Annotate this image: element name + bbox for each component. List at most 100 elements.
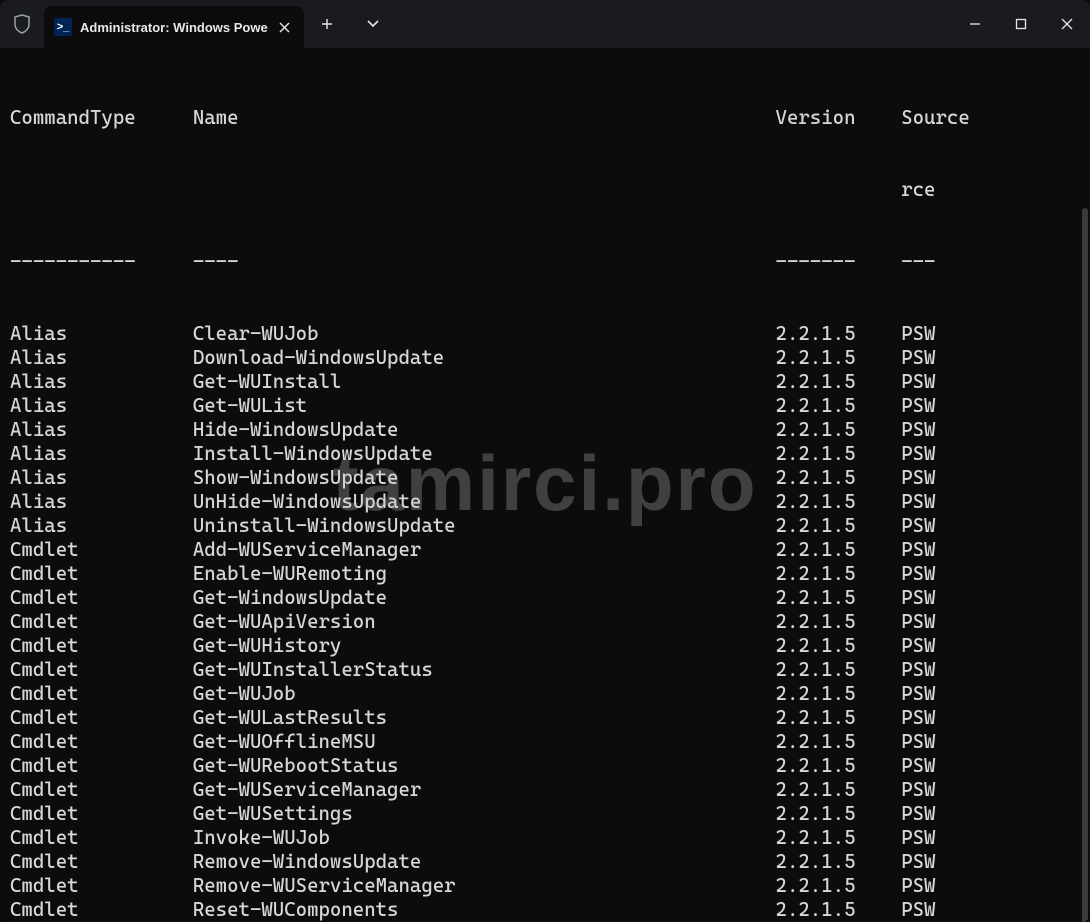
cell-version: 2.2.1.5 xyxy=(776,898,902,922)
cell-name: Get-WUJob xyxy=(193,682,776,706)
cell-source: PSW xyxy=(901,418,935,442)
table-row: CmdletRemove-WUServiceManager2.2.1.5PSW xyxy=(10,874,1082,898)
scrollbar-thumb[interactable] xyxy=(1082,208,1088,922)
table-row: AliasGet-WUList2.2.1.5PSW xyxy=(10,394,1082,418)
cell-version: 2.2.1.5 xyxy=(776,346,902,370)
cell-name: Download-WindowsUpdate xyxy=(193,346,776,370)
uac-shield-icon xyxy=(0,0,44,48)
cell-source: PSW xyxy=(901,682,935,706)
cell-commandtype: Cmdlet xyxy=(10,658,193,682)
cell-version: 2.2.1.5 xyxy=(776,826,902,850)
header-name: Name xyxy=(193,106,776,130)
maximize-button[interactable] xyxy=(998,0,1044,48)
new-tab-button[interactable] xyxy=(304,0,350,48)
tab-dropdown-button[interactable] xyxy=(350,0,396,48)
cell-source: PSW xyxy=(901,562,935,586)
cell-source: PSW xyxy=(901,466,935,490)
cell-source: PSW xyxy=(901,490,935,514)
cell-source: PSW xyxy=(901,802,935,826)
cell-commandtype: Cmdlet xyxy=(10,634,193,658)
minimize-button[interactable] xyxy=(952,0,998,48)
cell-version: 2.2.1.5 xyxy=(776,634,902,658)
cell-source: PSW xyxy=(901,394,935,418)
header-commandtype: CommandType xyxy=(10,106,193,130)
titlebar-drag-area[interactable] xyxy=(396,0,952,48)
cell-commandtype: Alias xyxy=(10,418,193,442)
cell-commandtype: Cmdlet xyxy=(10,802,193,826)
cell-version: 2.2.1.5 xyxy=(776,538,902,562)
cell-commandtype: Cmdlet xyxy=(10,754,193,778)
cell-name: Get-WUServiceManager xyxy=(193,778,776,802)
table-row: CmdletGet-WUServiceManager2.2.1.5PSW xyxy=(10,778,1082,802)
cell-commandtype: Cmdlet xyxy=(10,778,193,802)
cell-name: Reset-WUComponents xyxy=(193,898,776,922)
active-tab[interactable]: >_ Administrator: Windows Powe xyxy=(44,6,304,48)
table-row: AliasShow-WindowsUpdate2.2.1.5PSW xyxy=(10,466,1082,490)
cell-version: 2.2.1.5 xyxy=(776,490,902,514)
table-row: CmdletGet-WindowsUpdate2.2.1.5PSW xyxy=(10,586,1082,610)
terminal-output[interactable]: CommandTypeNameVersionSource rce -------… xyxy=(0,48,1090,922)
scrollbar[interactable] xyxy=(1082,108,1088,912)
table-row: CmdletAdd-WUServiceManager2.2.1.5PSW xyxy=(10,538,1082,562)
cell-source: PSW xyxy=(901,898,935,922)
cell-commandtype: Cmdlet xyxy=(10,586,193,610)
cell-source: PSW xyxy=(901,634,935,658)
table-row: AliasInstall-WindowsUpdate2.2.1.5PSW xyxy=(10,442,1082,466)
cell-version: 2.2.1.5 xyxy=(776,322,902,346)
table-row: CmdletGet-WURebootStatus2.2.1.5PSW xyxy=(10,754,1082,778)
cell-version: 2.2.1.5 xyxy=(776,802,902,826)
cell-source: PSW xyxy=(901,514,935,538)
cell-version: 2.2.1.5 xyxy=(776,394,902,418)
cell-name: Get-WURebootStatus xyxy=(193,754,776,778)
cell-name: Remove-WUServiceManager xyxy=(193,874,776,898)
cell-source: PSW xyxy=(901,730,935,754)
cell-source: PSW xyxy=(901,850,935,874)
cell-commandtype: Alias xyxy=(10,394,193,418)
cell-commandtype: Cmdlet xyxy=(10,874,193,898)
cell-version: 2.2.1.5 xyxy=(776,370,902,394)
titlebar: >_ Administrator: Windows Powe xyxy=(0,0,1090,48)
cell-commandtype: Alias xyxy=(10,490,193,514)
cell-version: 2.2.1.5 xyxy=(776,874,902,898)
cell-name: Get-WindowsUpdate xyxy=(193,586,776,610)
cell-name: Invoke-WUJob xyxy=(193,826,776,850)
close-window-button[interactable] xyxy=(1044,0,1090,48)
cell-source: PSW xyxy=(901,658,935,682)
cell-version: 2.2.1.5 xyxy=(776,754,902,778)
cell-name: Get-WUInstallerStatus xyxy=(193,658,776,682)
table-row: AliasDownload-WindowsUpdate2.2.1.5PSW xyxy=(10,346,1082,370)
cell-name: Uninstall-WindowsUpdate xyxy=(193,514,776,538)
table-row: AliasUninstall-WindowsUpdate2.2.1.5PSW xyxy=(10,514,1082,538)
cell-name: Enable-WURemoting xyxy=(193,562,776,586)
close-tab-button[interactable] xyxy=(274,17,294,37)
cell-version: 2.2.1.5 xyxy=(776,586,902,610)
cell-name: Get-WUApiVersion xyxy=(193,610,776,634)
cell-commandtype: Cmdlet xyxy=(10,850,193,874)
header-version: Version xyxy=(776,106,902,130)
cell-name: Show-WindowsUpdate xyxy=(193,466,776,490)
table-row: CmdletEnable-WURemoting2.2.1.5PSW xyxy=(10,562,1082,586)
cell-commandtype: Cmdlet xyxy=(10,730,193,754)
cell-commandtype: Alias xyxy=(10,346,193,370)
cell-name: Get-WUInstall xyxy=(193,370,776,394)
cell-version: 2.2.1.5 xyxy=(776,514,902,538)
cell-version: 2.2.1.5 xyxy=(776,658,902,682)
cell-commandtype: Cmdlet xyxy=(10,706,193,730)
cell-name: Get-WUSettings xyxy=(193,802,776,826)
table-row: AliasClear-WUJob2.2.1.5PSW xyxy=(10,322,1082,346)
cell-commandtype: Cmdlet xyxy=(10,682,193,706)
table-row: CmdletGet-WUInstallerStatus2.2.1.5PSW xyxy=(10,658,1082,682)
cell-version: 2.2.1.5 xyxy=(776,730,902,754)
cell-source: PSW xyxy=(901,706,935,730)
cell-source: PSW xyxy=(901,754,935,778)
cell-version: 2.2.1.5 xyxy=(776,442,902,466)
cell-version: 2.2.1.5 xyxy=(776,778,902,802)
cell-commandtype: Alias xyxy=(10,442,193,466)
cell-name: Get-WUHistory xyxy=(193,634,776,658)
cell-source: PSW xyxy=(901,778,935,802)
table-row: CmdletGet-WUSettings2.2.1.5PSW xyxy=(10,802,1082,826)
tab-title: Administrator: Windows Powe xyxy=(80,20,268,35)
cell-source: PSW xyxy=(901,538,935,562)
cell-commandtype: Alias xyxy=(10,514,193,538)
table-row: CmdletReset-WUComponents2.2.1.5PSW xyxy=(10,898,1082,922)
